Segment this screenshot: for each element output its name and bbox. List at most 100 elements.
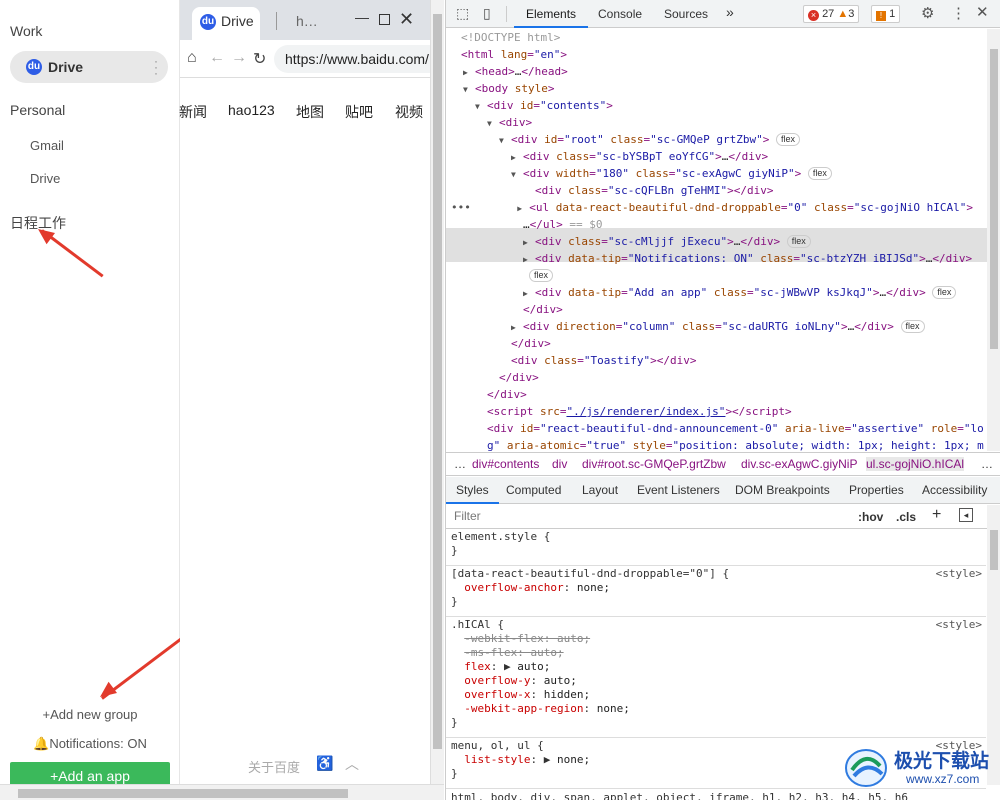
tab-sources[interactable]: Sources: [664, 7, 708, 21]
dom-node[interactable]: <div class="sc-cQFLBn gTeHMI"></div>: [535, 182, 773, 199]
dom-node[interactable]: </div>: [499, 369, 539, 386]
baidu-nav-map[interactable]: 地图: [296, 102, 324, 122]
scrollbar-thumb[interactable]: [18, 789, 348, 798]
about-baidu-link[interactable]: 关于百度: [248, 757, 300, 776]
device-toolbar-icon[interactable]: ▯: [483, 5, 491, 22]
tab-elements[interactable]: Elements: [514, 0, 589, 28]
scrollbar-thumb[interactable]: [990, 530, 998, 570]
styles-filter-input[interactable]: Filter: [448, 507, 848, 526]
url-input[interactable]: https://www.baidu.com/: [274, 45, 444, 73]
dom-node[interactable]: <div class="Toastify"></div>: [511, 352, 696, 369]
add-rule-icon[interactable]: +: [932, 506, 941, 524]
maximize-icon[interactable]: [379, 14, 390, 25]
dom-node[interactable]: ▼ <body style>: [463, 80, 555, 97]
breadcrumb-item[interactable]: div#root.sc-GMQeP.grtZbw: [582, 457, 726, 471]
baidu-nav-tieba[interactable]: 贴吧: [345, 102, 373, 122]
dom-node[interactable]: ▼ <div id="contents">: [475, 97, 613, 114]
style-rule-hicai[interactable]: .hICAl { <style> -webkit-flex: auto; -ms…: [446, 618, 986, 738]
dom-node[interactable]: </div>: [511, 335, 551, 352]
minimize-icon[interactable]: —: [355, 10, 369, 26]
dom-node[interactable]: ▶ <div class="sc-cMljjf jExecu">…</div> f…: [523, 233, 811, 250]
dom-node[interactable]: ▼ <div>: [487, 114, 532, 131]
dom-tree[interactable]: <!DOCTYPE html> <html lang="en"> ▶ <head>…: [446, 29, 987, 451]
baidu-nav-news[interactable]: 新闻: [179, 102, 207, 122]
home-icon[interactable]: ⌂: [187, 49, 197, 67]
tab-console[interactable]: Console: [598, 7, 642, 21]
baidu-nav-video[interactable]: 视频: [395, 102, 423, 122]
group-work-label[interactable]: Work: [10, 23, 42, 39]
dom-node[interactable]: ▶ <head>…</head>: [463, 63, 568, 80]
horizontal-scrollbar[interactable]: [0, 784, 444, 800]
flex-badge[interactable]: flex: [807, 167, 832, 180]
inspect-element-icon[interactable]: ⬚: [456, 5, 469, 22]
dom-node[interactable]: ▶ <div data-tip="Notifications: ON" class…: [523, 250, 972, 267]
dom-node[interactable]: <script src="./js/renderer/index.js"></s…: [487, 403, 792, 420]
dom-node-selected-close[interactable]: …</ul> == $0: [523, 216, 603, 233]
subtab-dom-breakpoints[interactable]: DOM Breakpoints: [735, 483, 830, 497]
style-source-link[interactable]: <style>: [936, 618, 982, 632]
accessibility-icon[interactable]: ♿: [316, 755, 333, 772]
breadcrumb-item[interactable]: div#contents: [472, 457, 539, 471]
reload-icon[interactable]: ↻: [253, 49, 266, 69]
issues-badge[interactable]: ! 1: [871, 5, 901, 23]
dom-node[interactable]: ▼ <div id="root" class="sc-GMQeP grtZbw">…: [499, 131, 800, 148]
sidebar-item-drive-work[interactable]: du Drive · · ·: [10, 51, 168, 83]
flex-badge[interactable]: flex: [775, 133, 800, 146]
style-source-link[interactable]: <style>: [936, 567, 982, 581]
issues-counter[interactable]: × 27 ▲3: [803, 5, 860, 23]
baidu-nav-hao123[interactable]: hao123: [228, 102, 275, 118]
subtab-accessibility[interactable]: Accessibility: [922, 483, 987, 497]
dom-node[interactable]: ▶ <div class="sc-bYSBpT eoYfCG">…</div>: [511, 148, 768, 165]
back-icon[interactable]: ←: [209, 49, 225, 67]
forward-icon[interactable]: →: [231, 49, 247, 67]
breadcrumb-item-active[interactable]: ul.sc-gojNiO.hICAl: [866, 457, 965, 471]
dom-node[interactable]: </div>: [523, 301, 563, 318]
subtab-computed[interactable]: Computed: [506, 483, 561, 497]
dom-node[interactable]: <!DOCTYPE html>: [461, 29, 560, 46]
browser-tab-second[interactable]: h…: [296, 13, 318, 29]
more-tabs-icon[interactable]: »: [726, 4, 734, 20]
breadcrumb-ellipsis[interactable]: …: [454, 457, 466, 471]
breadcrumb-more[interactable]: …: [981, 457, 993, 471]
flex-badge[interactable]: flex: [932, 286, 957, 299]
hover-state-toggle[interactable]: :hov: [858, 510, 883, 524]
class-toggle[interactable]: .cls: [896, 510, 916, 524]
browser-vertical-scrollbar[interactable]: [430, 0, 444, 800]
scrollbar-thumb[interactable]: [433, 14, 442, 749]
add-group-button[interactable]: +Add new group: [0, 707, 180, 722]
sidebar-item-drive-personal[interactable]: Drive: [30, 171, 60, 186]
more-options-icon[interactable]: · · ·: [154, 55, 158, 79]
dom-node[interactable]: ▶ <div data-tip="Add an app" class="sc-jW…: [523, 284, 957, 301]
close-devtools-icon[interactable]: ✕: [976, 3, 989, 21]
toggle-sidebar-icon[interactable]: ◂: [959, 508, 973, 522]
style-rule-element[interactable]: element.style { }: [446, 530, 986, 566]
breadcrumb-item[interactable]: div: [552, 457, 567, 471]
flex-badge[interactable]: flex: [786, 235, 811, 248]
browser-tab-active[interactable]: du Drive: [192, 7, 260, 40]
scrollbar-thumb[interactable]: [990, 49, 998, 349]
gear-icon[interactable]: ⚙: [921, 4, 934, 22]
kebab-menu-icon[interactable]: ⋮: [951, 4, 966, 22]
dom-node[interactable]: g" aria-atomic="true" style="position: a…: [487, 437, 984, 451]
subtab-event-listeners[interactable]: Event Listeners: [637, 483, 720, 497]
flex-badge[interactable]: flex: [529, 269, 554, 282]
chevron-up-icon[interactable]: ︿: [345, 754, 359, 774]
group-personal-label[interactable]: Personal: [10, 102, 65, 118]
dom-node[interactable]: flex: [529, 267, 554, 284]
notifications-toggle[interactable]: 🔔Notifications: ON: [0, 736, 180, 752]
dom-scrollbar[interactable]: [987, 29, 1000, 451]
dom-node[interactable]: </div>: [487, 386, 527, 403]
dom-node[interactable]: ▶ <div direction="column" class="sc-daURT…: [511, 318, 925, 335]
close-icon[interactable]: ✕: [399, 9, 414, 30]
dom-node[interactable]: <div id="react-beautiful-dnd-announcemen…: [487, 420, 984, 437]
sidebar-item-gmail[interactable]: Gmail: [30, 138, 64, 153]
dom-node[interactable]: ▼ <div width="180" class="sc-exAgwC giyNi…: [511, 165, 832, 182]
style-rule-droppable[interactable]: [data-react-beautiful-dnd-droppable="0"]…: [446, 567, 986, 617]
flex-badge[interactable]: flex: [900, 320, 925, 333]
breadcrumb-item[interactable]: div.sc-exAgwC.giyNiP: [741, 457, 857, 471]
dom-node-selected[interactable]: ••• ▶ <ul data-react-beautiful-dnd-droppa…: [451, 199, 973, 216]
subtab-layout[interactable]: Layout: [582, 483, 618, 497]
dom-node[interactable]: <html lang="en">: [461, 46, 567, 63]
subtab-properties[interactable]: Properties: [849, 483, 904, 497]
subtab-styles[interactable]: Styles: [446, 477, 499, 504]
